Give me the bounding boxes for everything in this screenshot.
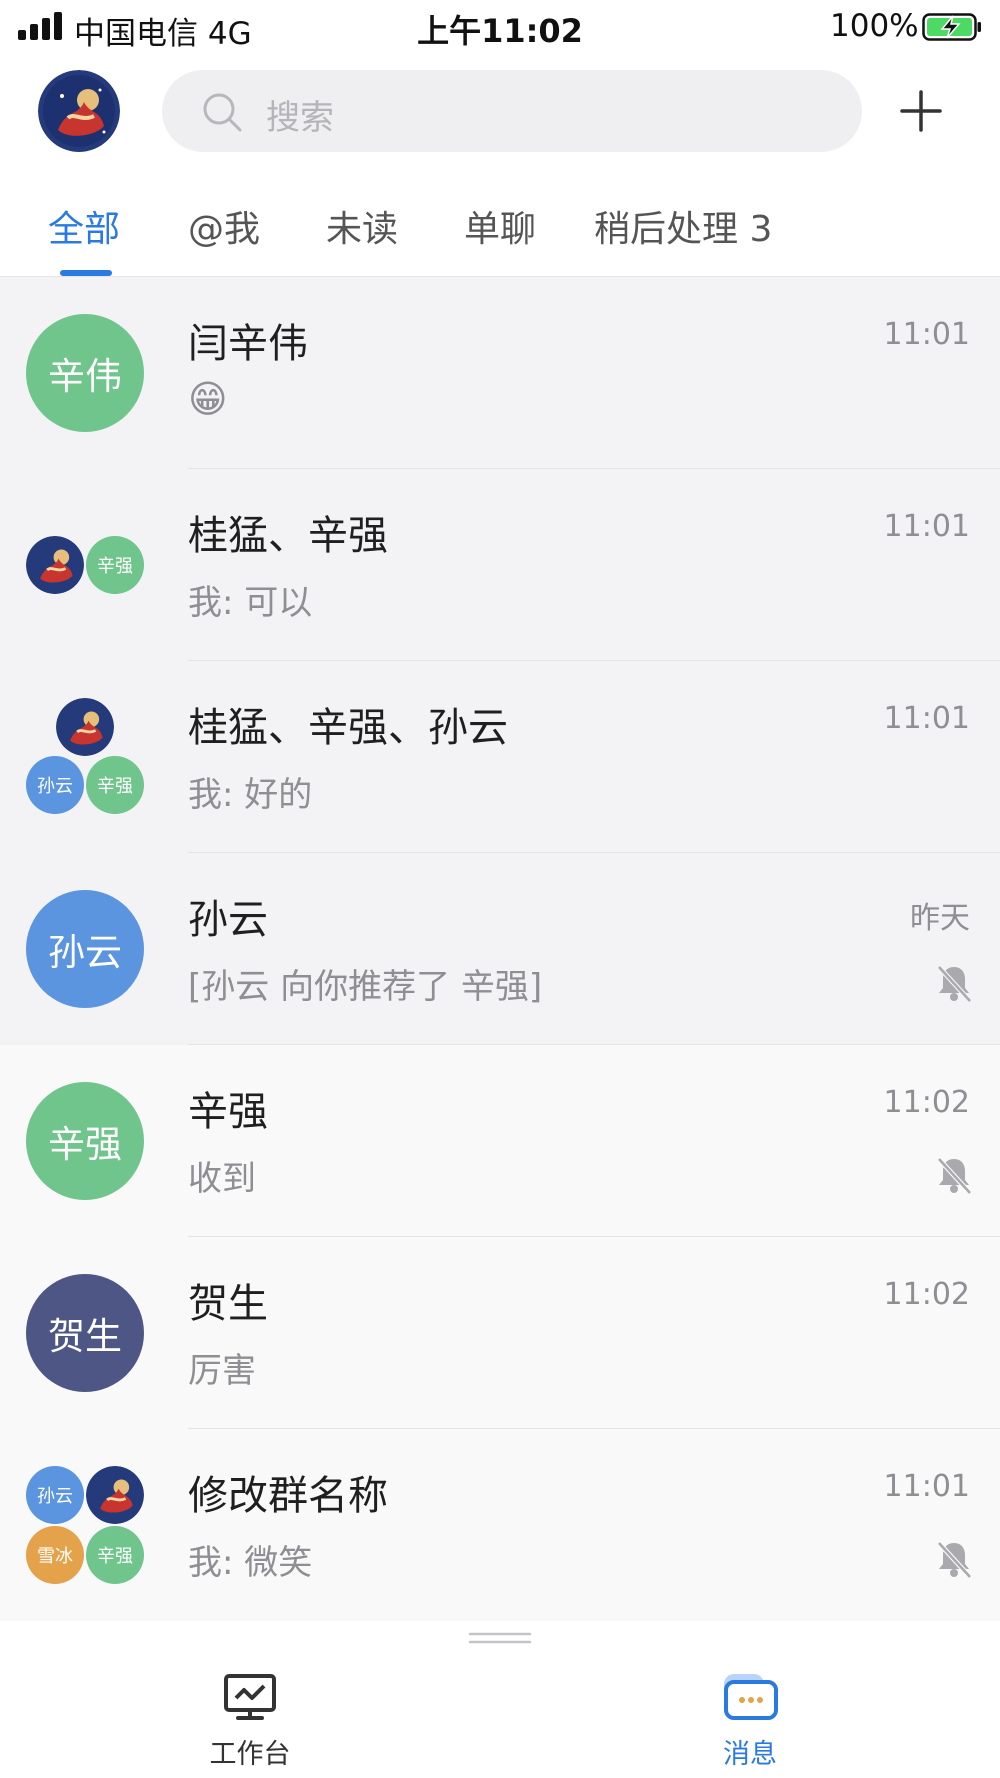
search-placeholder: 搜索 <box>266 98 334 138</box>
conversation-preview: 收到 <box>188 1159 256 1199</box>
conversation-title: 辛强 <box>188 1089 268 1135</box>
conversation-title: 贺生 <box>188 1281 268 1327</box>
tab-later[interactable]: 稍后处理 3 <box>594 200 772 252</box>
avatar-photo <box>56 698 114 756</box>
mute-bell-icon <box>937 1157 972 1195</box>
tab-workbench-label: 工作台 <box>209 1739 291 1770</box>
message-icon <box>724 1674 778 1720</box>
mute-bell-icon <box>937 1541 972 1579</box>
avatar-text: 孙云 <box>26 890 144 1008</box>
conversation-time: 11:02 <box>883 1085 970 1120</box>
profile-photo <box>56 698 114 756</box>
group-avatar: 孙云 辛强 <box>26 698 144 816</box>
workbench-icon <box>224 1674 276 1720</box>
conversation-preview: 我: 可以 <box>188 583 313 623</box>
profile-photo <box>86 1466 144 1524</box>
conversation-title: 闫辛伟 <box>188 321 308 367</box>
conversation-title: 修改群名称 <box>188 1473 388 1519</box>
avatar: 辛伟 <box>26 314 144 432</box>
avatar-text: 辛强 <box>86 1526 144 1584</box>
conversation-row[interactable]: 孙云 孙云 [孙云 向你推荐了 辛强] 昨天 <box>0 853 1000 1045</box>
tab-unread[interactable]: 未读 <box>326 200 398 252</box>
tab-mentions[interactable]: @我 <box>188 200 260 252</box>
tab-single-chat[interactable]: 单聊 <box>464 200 536 252</box>
group-avatar: 辛强 <box>26 506 144 624</box>
bottom-tab-bar: 工作台 消息 <box>0 1660 1000 1778</box>
avatar-text: 辛强 <box>86 536 144 594</box>
avatar-text: 雪冰 <box>26 1526 84 1584</box>
status-bar: 中国电信 4G 上午11:02 100% <box>0 0 1000 56</box>
tab-messages[interactable]: 消息 <box>670 1660 830 1778</box>
profile-photo <box>26 536 84 594</box>
avatar: 辛强 <box>26 1082 144 1200</box>
conversation-time: 11:01 <box>883 701 970 736</box>
conversation-title: 孙云 <box>188 897 268 943</box>
conversation-preview: 我: 好的 <box>188 775 313 815</box>
conversation-row[interactable]: 孙云 辛强 桂猛、辛强、孙云 我: 好的 11:01 <box>0 661 1000 853</box>
add-button[interactable] <box>896 86 946 136</box>
avatar-text: 贺生 <box>26 1274 144 1392</box>
tab-all[interactable]: 全部 <box>48 200 120 252</box>
profile-photo <box>38 70 120 152</box>
avatar: 贺生 <box>26 1274 144 1392</box>
avatar: 孙云 <box>26 890 144 1008</box>
conversation-time: 11:02 <box>883 1277 970 1312</box>
conversation-row[interactable]: 贺生 贺生 厉害 11:02 <box>0 1237 1000 1429</box>
conversation-title: 桂猛、辛强、孙云 <box>188 705 508 751</box>
conversation-row[interactable]: 辛伟 闫辛伟 😁 11:01 <box>0 277 1000 469</box>
avatar-photo <box>86 1466 144 1524</box>
avatar-text: 辛强 <box>86 756 144 814</box>
conversation-time: 11:01 <box>883 509 970 544</box>
conversation-row[interactable]: 孙云 雪冰 辛强 修改群名称 我: 微笑 11:01 <box>0 1429 1000 1621</box>
conversation-row[interactable]: 辛强 桂猛、辛强 我: 可以 11:01 <box>0 469 1000 661</box>
avatar-text: 孙云 <box>26 756 84 814</box>
avatar-text: 孙云 <box>26 1466 84 1524</box>
conversation-title: 桂猛、辛强 <box>188 513 388 559</box>
conversation-row[interactable]: 辛强 辛强 收到 11:02 <box>0 1045 1000 1237</box>
avatar-text: 辛伟 <box>26 314 144 432</box>
conversation-preview: 我: 微笑 <box>188 1543 313 1583</box>
tab-workbench[interactable]: 工作台 <box>170 1660 330 1778</box>
mute-bell-icon <box>937 965 972 1003</box>
search-bar[interactable]: 搜索 <box>162 70 862 152</box>
drawer-handle-icon[interactable] <box>468 1631 532 1645</box>
conversation-preview: 厉害 <box>188 1351 256 1391</box>
conversation-time: 11:01 <box>883 317 970 352</box>
conversation-time: 昨天 <box>910 901 970 936</box>
conversation-preview: [孙云 向你推荐了 辛强] <box>188 967 543 1007</box>
avatar-photo <box>26 536 84 594</box>
battery-percent: 100% <box>830 8 919 44</box>
battery-charging-icon <box>922 13 981 41</box>
tab-messages-label: 消息 <box>723 1739 777 1770</box>
conversation-time: 11:01 <box>883 1469 970 1504</box>
my-avatar[interactable] <box>38 70 120 152</box>
conversation-preview: 😁 <box>188 377 228 421</box>
search-icon <box>203 93 242 132</box>
avatar-text: 辛强 <box>26 1082 144 1200</box>
group-avatar: 孙云 雪冰 辛强 <box>26 1466 144 1584</box>
